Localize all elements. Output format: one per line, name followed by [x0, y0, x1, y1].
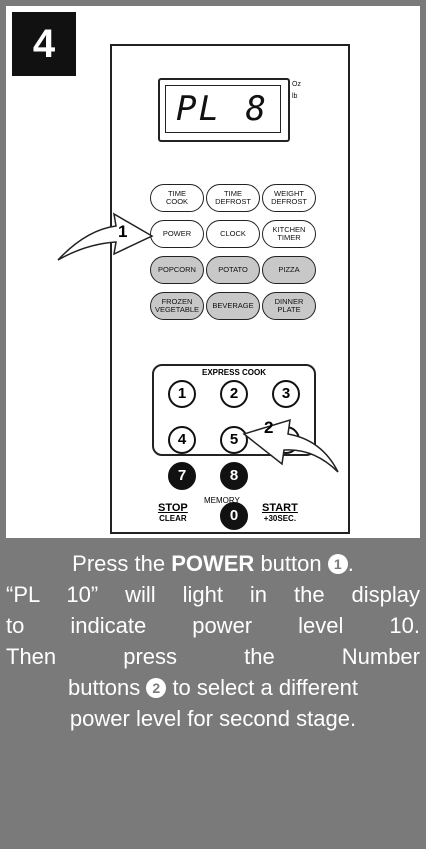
step-marker-2-icon: 2: [146, 678, 167, 698]
weight-defrost-button[interactable]: WEIGHT DEFROST: [262, 184, 316, 212]
number-3-button[interactable]: 3: [272, 380, 300, 408]
arrow-2-icon: [242, 418, 339, 473]
number-1-button[interactable]: 1: [168, 380, 196, 408]
number-2-button[interactable]: 2: [220, 380, 248, 408]
beverage-button[interactable]: BEVERAGE: [206, 292, 260, 320]
pizza-button[interactable]: PIZZA: [262, 256, 316, 284]
caption-line-1: Press the POWER button 1.: [72, 551, 354, 576]
display-unit-oz: Oz: [292, 81, 301, 88]
callout-1-label: 1: [118, 222, 128, 241]
caption-line-6: power level for second stage.: [69, 706, 357, 731]
step-marker-1-icon: 1: [327, 554, 348, 574]
time-cook-button[interactable]: TIME COOK: [150, 184, 204, 212]
caption-line-3: to indicate power level 10.: [6, 613, 420, 638]
callout-2-label: 2: [264, 418, 274, 437]
plus-30-sec-label: +30SEC.: [263, 514, 297, 523]
time-defrost-button[interactable]: TIME DEFROST: [206, 184, 260, 212]
dinner-plate-button[interactable]: DINNER PLATE: [262, 292, 316, 320]
instruction-text: Press the POWER button 1. “PL 10” will l…: [6, 548, 420, 734]
clock-button[interactable]: CLOCK: [206, 220, 260, 248]
frozen-vegetable-button[interactable]: FROZEN VEGETABLE: [150, 292, 204, 320]
arrow-1-icon: [57, 212, 154, 261]
memory-label: MEMORY: [204, 496, 240, 505]
control-panel-figure: 4 PL 8 Oz lb TIME COOK TIME DEFROST WEIG…: [6, 6, 420, 538]
power-button[interactable]: POWER: [150, 220, 204, 248]
caption-line-2: “PL 10” will light in the display: [6, 582, 420, 607]
kitchen-timer-button[interactable]: KITCHEN TIMER: [262, 220, 316, 248]
start-label: START: [262, 502, 298, 514]
popcorn-button[interactable]: POPCORN: [150, 256, 204, 284]
clear-label: CLEAR: [159, 514, 187, 523]
number-0-button[interactable]: 0: [220, 502, 248, 530]
display-digit: 8: [245, 89, 266, 129]
display-unit-lb: lb: [292, 93, 298, 100]
instruction-card: 4 PL 8 Oz lb TIME COOK TIME DEFROST WEIG…: [0, 0, 426, 849]
caption-line-4: Then press the Number: [6, 644, 420, 669]
number-4-button[interactable]: 4: [168, 426, 196, 454]
display-text: PL: [176, 89, 221, 129]
stop-clear-button[interactable]: STOP CLEAR: [158, 502, 188, 523]
potato-button[interactable]: POTATO: [206, 256, 260, 284]
caption-line-5: buttons 2 to select a different: [68, 675, 358, 700]
number-7-button[interactable]: 7: [168, 462, 196, 490]
express-cook-title: EXPRESS COOK: [201, 368, 266, 377]
step-number-badge: 4: [12, 12, 76, 76]
lcd-display: PL 8: [158, 78, 290, 142]
start-button[interactable]: START +30SEC.: [262, 502, 298, 523]
stop-label: STOP: [158, 502, 188, 514]
